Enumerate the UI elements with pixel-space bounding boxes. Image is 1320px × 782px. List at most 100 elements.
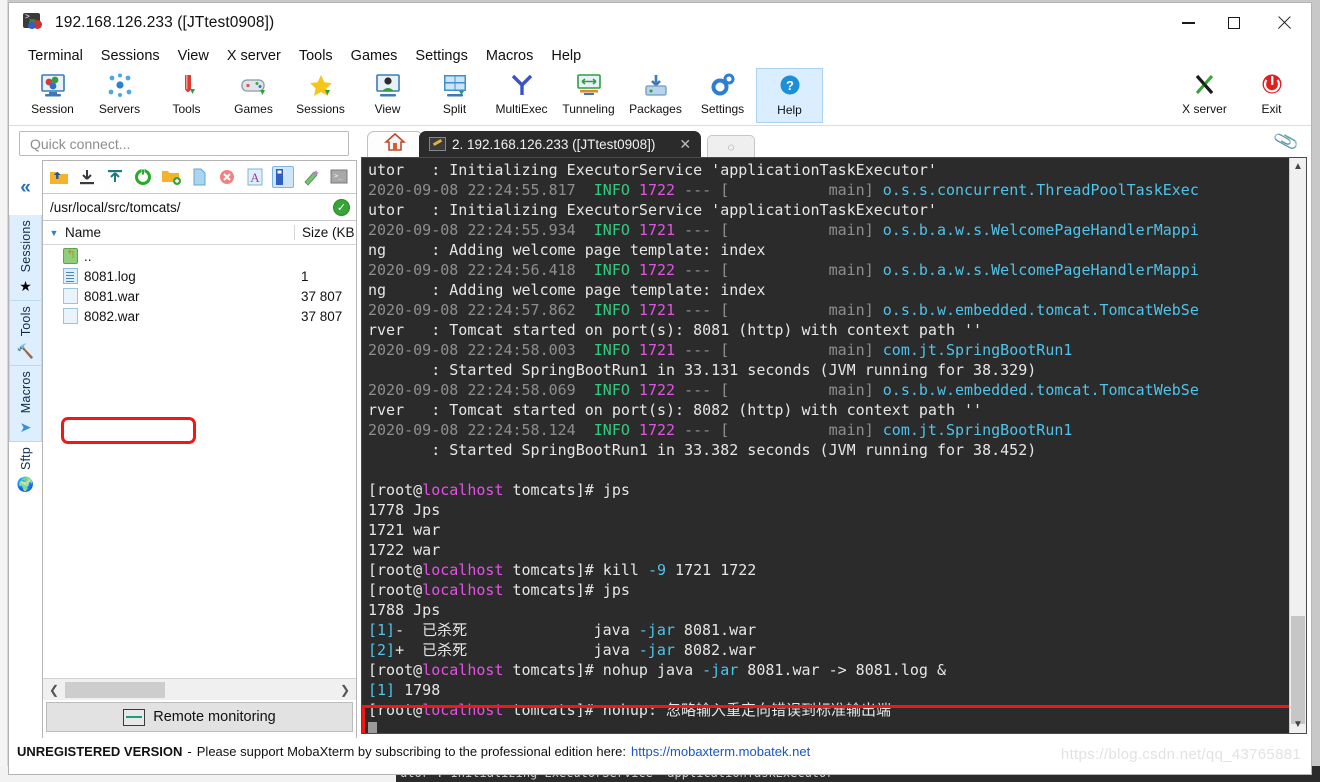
file-size: 1 bbox=[301, 268, 309, 284]
toolbar-session[interactable]: Session bbox=[19, 68, 86, 123]
toolbar-settings[interactable]: Settings bbox=[689, 68, 756, 123]
close-button[interactable] bbox=[1257, 3, 1311, 43]
toolbar-view[interactable]: View bbox=[354, 68, 421, 123]
svg-text:A: A bbox=[250, 170, 260, 185]
list-item[interactable]: 8081.log 1 bbox=[43, 266, 356, 286]
toolbar-exit[interactable]: Exit bbox=[1238, 68, 1305, 123]
toolbar-xserver[interactable]: X server bbox=[1171, 68, 1238, 123]
new-tab-button[interactable]: ◌ bbox=[707, 135, 756, 157]
toolbar-servers[interactable]: Servers bbox=[86, 68, 153, 123]
quick-connect-input[interactable]: Quick connect... bbox=[19, 131, 349, 156]
toolbar-tools[interactable]: Tools bbox=[153, 68, 220, 123]
menu-settings[interactable]: Settings bbox=[406, 46, 476, 66]
mobaxterm-link[interactable]: https://mobaxterm.mobatek.net bbox=[631, 744, 810, 759]
maximize-button[interactable] bbox=[1211, 3, 1257, 43]
session-icon bbox=[36, 71, 70, 101]
toolbar-help[interactable]: ? Help bbox=[756, 68, 823, 123]
remote-monitoring-button[interactable]: Remote monitoring bbox=[46, 702, 353, 732]
chevron-up-icon[interactable]: ▲ bbox=[1290, 158, 1306, 175]
paperclip-icon[interactable]: 📎 bbox=[1272, 128, 1300, 155]
packages-icon bbox=[639, 71, 673, 101]
unregistered-label: UNREGISTERED VERSION bbox=[17, 744, 183, 759]
file-size: 37 807 bbox=[301, 288, 343, 304]
toolbar-games[interactable]: Games bbox=[220, 68, 287, 123]
toolbar-view-label: View bbox=[374, 102, 401, 116]
chevron-right-icon[interactable]: ❯ bbox=[334, 683, 356, 697]
scrollbar-thumb[interactable] bbox=[1291, 616, 1305, 724]
permissions-icon[interactable] bbox=[300, 166, 322, 188]
terminal-line: [root@localhost tomcats]# jps bbox=[368, 581, 630, 599]
toolbar-right-group: X server Exit bbox=[1171, 68, 1305, 123]
list-item[interactable]: 8081.war 37 807 bbox=[43, 286, 356, 306]
menu-games[interactable]: Games bbox=[342, 46, 407, 66]
toolbar-sessions[interactable]: Sessions bbox=[287, 68, 354, 123]
parent-folder-icon[interactable] bbox=[48, 166, 70, 188]
list-item[interactable]: .. bbox=[43, 246, 356, 266]
toolbar-tunneling[interactable]: Tunneling bbox=[555, 68, 622, 123]
terminal-line: utor : Initializing ExecutorService 'app… bbox=[368, 161, 937, 179]
mobaxterm-window-root: 8081.war utor : Initializing ExecutorSer… bbox=[0, 0, 1320, 782]
menu-tools[interactable]: Tools bbox=[290, 46, 342, 66]
scrollbar-thumb[interactable] bbox=[65, 681, 165, 698]
delete-icon[interactable] bbox=[216, 166, 238, 188]
download-icon[interactable] bbox=[76, 166, 98, 188]
power-icon bbox=[1255, 71, 1289, 101]
sidebar-item-macros[interactable]: ➤ Macros bbox=[9, 365, 42, 442]
close-icon[interactable]: ✕ bbox=[673, 136, 697, 153]
menu-sessions[interactable]: Sessions bbox=[92, 46, 169, 66]
file-name: 8082.war bbox=[84, 308, 140, 324]
menu-help[interactable]: Help bbox=[542, 46, 590, 66]
terminal-line: [1]- 已杀死 java -jar 8081.war bbox=[368, 621, 757, 639]
file-list-horizontal-scrollbar[interactable]: ❮ ❯ bbox=[43, 678, 356, 700]
svg-text:>_: >_ bbox=[334, 172, 343, 180]
svg-text:?: ? bbox=[786, 78, 794, 93]
minimize-button[interactable] bbox=[1165, 3, 1211, 43]
window-body: Quick connect... « ★ Sessions 🔨 Tools ➤ … bbox=[9, 127, 1311, 774]
terminal-icon[interactable]: >_ bbox=[328, 166, 350, 188]
home-icon bbox=[383, 132, 407, 157]
sftp-path-row[interactable]: /usr/local/src/tomcats/ ✓ bbox=[43, 194, 356, 221]
menu-terminal[interactable]: Terminal bbox=[19, 46, 92, 66]
tab-session-active[interactable]: 2. 192.168.126.233 ([JTtest0908]) ✕ bbox=[419, 131, 702, 157]
upload-icon[interactable] bbox=[104, 166, 126, 188]
tab-session-label: 2. 192.168.126.233 ([JTtest0908]) bbox=[452, 136, 656, 152]
menu-bar: Terminal Sessions View X server Tools Ga… bbox=[9, 43, 1311, 68]
plus-icon: ◌ bbox=[727, 139, 735, 154]
terminal-view[interactable]: utor : Initializing ExecutorService 'app… bbox=[361, 157, 1307, 734]
text-mode-icon[interactable]: A bbox=[244, 166, 266, 188]
sidebar-item-sessions[interactable]: ★ Sessions bbox=[9, 215, 42, 302]
terminal-line: : Started SpringBootRun1 in 33.131 secon… bbox=[368, 361, 1037, 379]
terminal-line: 1778 Jps bbox=[368, 501, 441, 519]
sidebar-item-sftp[interactable]: 🌍 Sftp bbox=[9, 441, 42, 499]
column-header-size[interactable]: Size (KB bbox=[294, 225, 356, 240]
menu-xserver[interactable]: X server bbox=[218, 46, 290, 66]
chevron-down-icon[interactable]: ▼ bbox=[1290, 716, 1306, 733]
terminal-scrollbar[interactable]: ▲ ▼ bbox=[1289, 158, 1306, 733]
sidebar-item-tools-label: Tools bbox=[18, 306, 33, 337]
sftp-toolbar: A >_ bbox=[43, 161, 356, 194]
terminal-line: 2020-09-08 22:24:58.069 INFO 1722 --- [ … bbox=[368, 381, 1199, 399]
chevron-left-icon[interactable]: ❮ bbox=[43, 683, 65, 697]
toolbar-packages[interactable]: Packages bbox=[622, 68, 689, 123]
collapse-sidebar-button[interactable]: « bbox=[9, 160, 42, 215]
sidebar-item-tools[interactable]: 🔨 Tools bbox=[9, 301, 42, 366]
menu-view[interactable]: View bbox=[169, 46, 218, 66]
list-item[interactable]: 8082.war 37 807 bbox=[43, 306, 356, 326]
home-tab[interactable] bbox=[367, 131, 423, 157]
toolbar-split[interactable]: Split bbox=[421, 68, 488, 123]
new-file-icon[interactable] bbox=[188, 166, 210, 188]
toolbar-games-label: Games bbox=[234, 102, 273, 116]
refresh-icon[interactable] bbox=[132, 166, 154, 188]
file-name: 8081.log bbox=[84, 268, 136, 284]
toolbar-multiexec[interactable]: MultiExec bbox=[488, 68, 555, 123]
binary-mode-icon[interactable] bbox=[272, 166, 294, 188]
left-panel: Quick connect... « ★ Sessions 🔨 Tools ➤ … bbox=[9, 127, 357, 774]
sort-caret-icon[interactable]: ▼ bbox=[43, 228, 65, 238]
parent-dir-icon bbox=[63, 247, 78, 264]
new-folder-icon[interactable] bbox=[160, 166, 182, 188]
sftp-path-value: /usr/local/src/tomcats/ bbox=[50, 199, 181, 215]
column-header-name[interactable]: Name bbox=[65, 225, 294, 240]
menu-macros[interactable]: Macros bbox=[477, 46, 543, 66]
remote-monitoring-label: Remote monitoring bbox=[153, 709, 276, 725]
